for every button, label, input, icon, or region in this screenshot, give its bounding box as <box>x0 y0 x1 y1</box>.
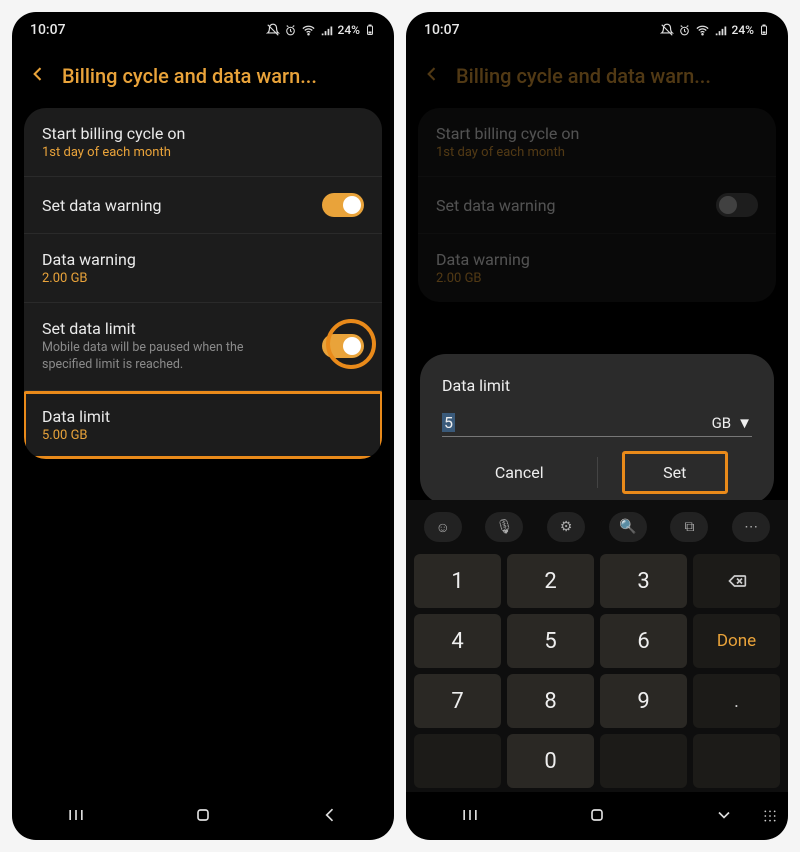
row-label: Start billing cycle on <box>42 124 364 143</box>
key-blank <box>693 734 780 788</box>
nav-recents[interactable] <box>460 805 480 829</box>
row-data-warning[interactable]: Data warning 2.00 GB <box>24 233 382 302</box>
nav-home[interactable] <box>587 805 607 829</box>
nav-recents[interactable] <box>66 805 86 829</box>
back-button[interactable] <box>28 64 48 88</box>
row-label: Data limit <box>42 407 364 426</box>
row-label: Set data warning <box>436 196 704 215</box>
data-limit-dialog: Data limit 5 GB ▼ Cancel Set <box>420 354 774 504</box>
key-done[interactable]: Done <box>693 614 780 668</box>
page-title: Billing cycle and data warn... <box>62 64 317 88</box>
row-set-data-warning: Set data warning <box>418 176 776 233</box>
dialog-title: Data limit <box>442 376 752 395</box>
row-data-limit[interactable]: Data limit 5.00 GB <box>24 390 382 459</box>
page-title: Billing cycle and data warn... <box>456 64 711 88</box>
alarm-icon <box>284 24 297 37</box>
nav-home[interactable] <box>193 805 213 829</box>
row-sub: 1st day of each month <box>436 145 758 160</box>
status-right: 24% <box>660 23 770 38</box>
status-time: 10:07 <box>30 22 66 38</box>
row-data-warning: Data warning 2.00 GB <box>418 233 776 302</box>
settings-card: Start billing cycle on 1st day of each m… <box>24 108 382 459</box>
key-7[interactable]: 7 <box>414 674 501 728</box>
toggle-data-warning[interactable] <box>322 193 364 217</box>
alarm-icon <box>678 24 691 37</box>
battery-icon <box>758 23 770 37</box>
wifi-icon <box>695 23 710 38</box>
page-header: Billing cycle and data warn... <box>406 42 788 108</box>
row-sub: 2.00 GB <box>42 271 364 286</box>
key-blank <box>414 734 501 788</box>
numeric-keyboard: ☺ 🎙 ⚙ 🔍 ⧉ ⋯ 1 2 3 4 5 6 Done 7 8 9 . 0 <box>406 500 788 792</box>
emoji-icon[interactable]: ☺ <box>424 512 462 542</box>
key-2[interactable]: 2 <box>507 554 594 608</box>
row-label: Data warning <box>42 250 364 269</box>
settings-card: Start billing cycle on 1st day of each m… <box>418 108 776 302</box>
key-5[interactable]: 5 <box>507 614 594 668</box>
key-dot[interactable]: . <box>693 674 780 728</box>
status-bar: 10:07 24% <box>12 12 394 42</box>
row-desc: Mobile data will be paused when the spec… <box>42 340 262 374</box>
signal-icon <box>320 23 334 37</box>
row-billing-cycle: Start billing cycle on 1st day of each m… <box>418 108 776 176</box>
notification-mute-icon <box>660 23 674 37</box>
nav-bar <box>12 794 394 840</box>
key-3[interactable]: 3 <box>600 554 687 608</box>
unit-label: GB <box>712 414 732 432</box>
data-limit-input[interactable]: 5 <box>442 413 700 432</box>
status-bar: 10:07 24% <box>406 12 788 42</box>
status-right: 24% <box>266 23 376 38</box>
voice-icon[interactable]: 🎙 <box>485 512 523 542</box>
more-icon[interactable]: ⋯ <box>732 512 770 542</box>
battery-icon <box>364 23 376 37</box>
key-backspace[interactable] <box>693 554 780 608</box>
settings-icon[interactable]: ⚙ <box>547 512 585 542</box>
set-button[interactable]: Set <box>598 451 753 494</box>
row-set-data-limit[interactable]: Set data limit Mobile data will be pause… <box>24 302 382 390</box>
nav-bar <box>406 794 788 840</box>
keypad-grid: 1 2 3 4 5 6 Done 7 8 9 . 0 <box>410 550 784 792</box>
chevron-down-icon: ▼ <box>737 414 752 432</box>
row-sub: 2.00 GB <box>436 271 758 286</box>
battery-text: 24% <box>732 23 754 37</box>
key-8[interactable]: 8 <box>507 674 594 728</box>
keyboard-collapse-icon[interactable] <box>762 808 778 828</box>
nav-back[interactable] <box>320 805 340 829</box>
row-label: Set data warning <box>42 196 310 215</box>
key-9[interactable]: 9 <box>600 674 687 728</box>
row-sub: 5.00 GB <box>42 428 364 443</box>
keyboard-toolbar: ☺ 🎙 ⚙ 🔍 ⧉ ⋯ <box>410 506 784 550</box>
key-1[interactable]: 1 <box>414 554 501 608</box>
page-header: Billing cycle and data warn... <box>12 42 394 108</box>
back-button[interactable] <box>422 64 442 88</box>
key-blank <box>600 734 687 788</box>
row-set-data-warning[interactable]: Set data warning <box>24 176 382 233</box>
wifi-icon <box>301 23 316 38</box>
cancel-button[interactable]: Cancel <box>442 451 597 494</box>
set-button-label: Set <box>663 463 686 482</box>
row-sub: 1st day of each month <box>42 145 364 160</box>
translate-icon[interactable]: ⧉ <box>670 512 708 542</box>
toggle-data-limit[interactable] <box>322 334 364 358</box>
phone-right: 10:07 24% Billing cycle and data warn...… <box>406 12 788 840</box>
toggle-data-warning <box>716 193 758 217</box>
dialog-actions: Cancel Set <box>442 451 752 494</box>
row-billing-cycle[interactable]: Start billing cycle on 1st day of each m… <box>24 108 382 176</box>
status-time: 10:07 <box>424 22 460 38</box>
nav-hide-keyboard[interactable] <box>714 805 734 829</box>
phone-left: 10:07 24% Billing cycle and data warn... <box>12 12 394 840</box>
key-0[interactable]: 0 <box>507 734 594 788</box>
notification-mute-icon <box>266 23 280 37</box>
row-label: Data warning <box>436 250 758 269</box>
key-4[interactable]: 4 <box>414 614 501 668</box>
row-label: Start billing cycle on <box>436 124 758 143</box>
dialog-input-row: 5 GB ▼ <box>442 413 752 437</box>
unit-dropdown[interactable]: GB ▼ <box>712 414 752 432</box>
row-label: Set data limit <box>42 319 310 338</box>
signal-icon <box>714 23 728 37</box>
search-icon[interactable]: 🔍 <box>609 512 647 542</box>
key-6[interactable]: 6 <box>600 614 687 668</box>
battery-text: 24% <box>338 23 360 37</box>
